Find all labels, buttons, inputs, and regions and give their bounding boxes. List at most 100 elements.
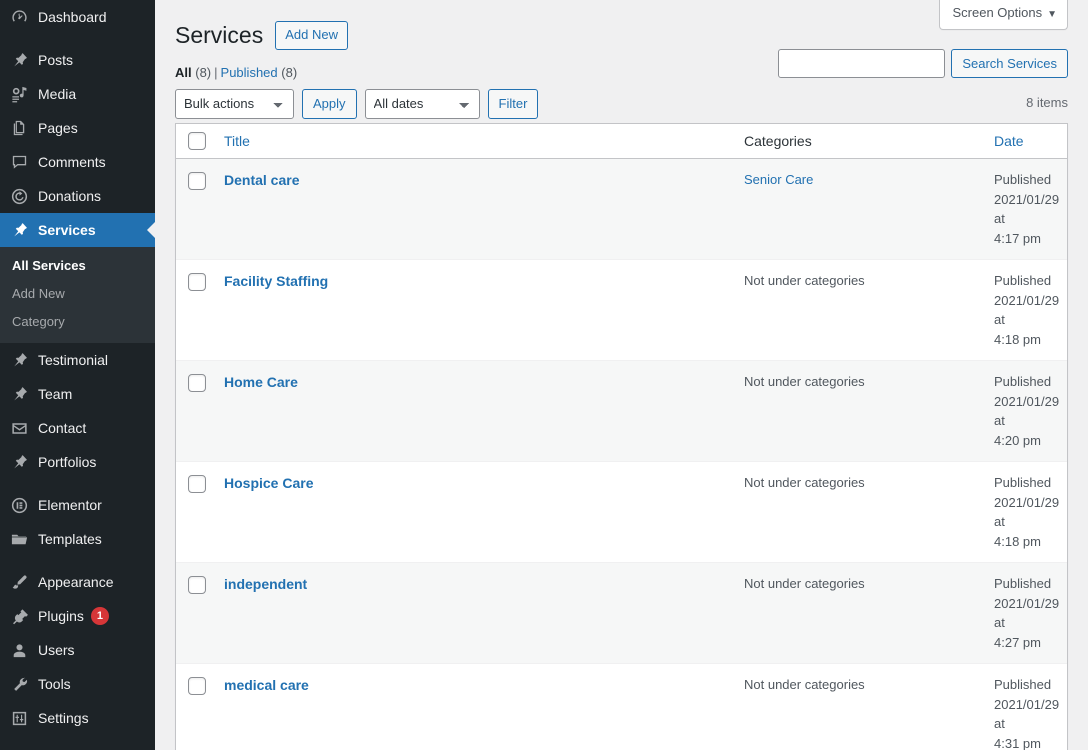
apply-button[interactable]: Apply <box>302 88 357 119</box>
donations-icon <box>9 186 29 206</box>
sidebar-item-donations[interactable]: Donations <box>0 179 155 213</box>
search-input[interactable] <box>778 49 946 78</box>
settings-icon <box>9 708 29 728</box>
submenu-item-add-new[interactable]: Add New <box>0 280 155 308</box>
sidebar-item-media[interactable]: Media <box>0 77 155 111</box>
sidebar-item-tools[interactable]: Tools <box>0 667 155 701</box>
sidebar-item-label: Portfolios <box>38 454 97 470</box>
filter-button[interactable]: Filter <box>487 88 539 119</box>
row-checkbox-cell <box>176 663 214 750</box>
paintbrush-icon <box>9 572 29 592</box>
sidebar-item-team[interactable]: Team <box>0 377 155 411</box>
menu-separator <box>0 479 155 488</box>
row-checkbox[interactable] <box>188 171 206 190</box>
row-checkbox-cell <box>176 562 214 663</box>
sidebar-item-label: Team <box>38 386 73 402</box>
screen-options-button[interactable]: Screen Options ▼ <box>939 0 1068 30</box>
sidebar-item-plugins[interactable]: Plugins 1 <box>0 599 155 633</box>
user-icon <box>9 640 29 660</box>
sidebar-item-appearance[interactable]: Appearance <box>0 565 155 599</box>
comments-icon <box>9 152 29 172</box>
sidebar-item-users[interactable]: Users <box>0 633 155 667</box>
submenu-item-category[interactable]: Category <box>0 308 155 336</box>
table-row: Hospice Care Not under categories Publishe… <box>176 461 1067 563</box>
row-date-cell: Published 2021/01/29 at 4:20 pm <box>984 360 1067 461</box>
sidebar-item-pages[interactable]: Pages <box>0 111 155 145</box>
row-checkbox-cell <box>176 360 214 461</box>
row-title-link[interactable]: Facility Staffing <box>224 273 328 289</box>
row-date-date: 2021/01/29 at <box>994 494 1060 530</box>
column-header-date: Date <box>984 123 1067 160</box>
plugins-update-badge: 1 <box>90 607 109 625</box>
row-title-link[interactable]: Dental care <box>224 172 299 188</box>
row-category-link[interactable]: Senior Care <box>744 172 813 187</box>
sidebar-item-elementor[interactable]: Elementor <box>0 488 155 522</box>
status-link-published-count: (8) <box>281 64 298 80</box>
admin-screen: Dashboard Posts Media Pages Comments Donation… <box>0 0 1088 750</box>
screen-meta-links: Screen Options ▼ <box>939 0 1068 30</box>
row-date-date: 2021/01/29 at <box>994 696 1060 732</box>
sidebar-item-dashboard[interactable]: Dashboard <box>0 0 155 34</box>
row-title-link[interactable]: independent <box>224 576 307 592</box>
row-category-text: Not under categories <box>744 374 865 390</box>
table-body: Dental care Senior Care Published 2021/01/2… <box>176 159 1067 750</box>
column-header-title-link[interactable]: Title <box>224 133 250 149</box>
table-row: Dental care Senior Care Published 2021/01/2… <box>176 159 1067 260</box>
bulk-actions-select[interactable]: Bulk actionsEditMove to Trash <box>175 88 294 119</box>
sidebar-item-settings[interactable]: Settings <box>0 701 155 735</box>
row-checkbox[interactable] <box>188 373 206 392</box>
sidebar-item-label: Templates <box>38 531 102 547</box>
row-date-time: 4:27 pm <box>994 634 1041 650</box>
row-checkbox[interactable] <box>188 676 206 695</box>
sidebar-item-services[interactable]: Services <box>0 213 155 247</box>
status-link-all-label[interactable]: All <box>175 65 192 80</box>
row-category-text: Not under categories <box>744 273 865 289</box>
row-date-status: Published <box>994 677 1052 693</box>
sidebar-submenu-services: All Services Add New Category <box>0 247 155 343</box>
row-title-link[interactable]: Home Care <box>224 374 298 390</box>
status-divider: | <box>214 64 218 80</box>
table-row: medical care Not under categories Publishe… <box>176 663 1067 750</box>
row-title-link[interactable]: Hospice Care <box>224 475 313 491</box>
add-new-button[interactable]: Add New <box>275 20 348 50</box>
row-title-cell: Facility Staffing <box>214 259 734 360</box>
page-title: Services <box>175 22 264 48</box>
sidebar-item-posts[interactable]: Posts <box>0 43 155 77</box>
sidebar-item-label: Dashboard <box>38 9 107 25</box>
sidebar-item-comments[interactable]: Comments <box>0 145 155 179</box>
sidebar-item-label: Tools <box>38 676 71 692</box>
column-header-date-link[interactable]: Date <box>994 133 1024 149</box>
row-date-status: Published <box>994 475 1052 491</box>
displaying-num: 8 items <box>1026 94 1068 110</box>
date-filter-select[interactable]: All datesJanuary 2021 <box>364 88 480 119</box>
sidebar-item-templates[interactable]: Templates <box>0 522 155 556</box>
sidebar-item-portfolios[interactable]: Portfolios <box>0 445 155 479</box>
row-checkbox[interactable] <box>188 575 206 594</box>
sidebar-item-label: Media <box>38 86 77 102</box>
row-date-cell: Published 2021/01/29 at 4:18 pm <box>984 461 1067 562</box>
status-link-published-label[interactable]: Published <box>221 65 278 80</box>
table-row: Home Care Not under categories Published 20… <box>176 360 1067 462</box>
select-all-checkbox[interactable] <box>188 132 206 151</box>
row-title-link[interactable]: medical care <box>224 677 309 693</box>
menu-separator <box>0 34 155 43</box>
pushpin-icon <box>9 452 29 472</box>
row-checkbox[interactable] <box>188 272 206 291</box>
search-submit-button[interactable]: Search Services <box>951 49 1068 78</box>
select-all-header <box>176 123 214 160</box>
sidebar-item-testimonial[interactable]: Testimonial <box>0 343 155 377</box>
row-checkbox[interactable] <box>188 474 206 493</box>
column-header-categories: Categories <box>734 123 984 160</box>
row-date-date: 2021/01/29 at <box>994 191 1060 227</box>
sidebar-item-contact[interactable]: Contact <box>0 411 155 445</box>
row-title-cell: Hospice Care <box>214 461 734 562</box>
sidebar-item-label: Comments <box>38 154 106 170</box>
row-categories-cell: Not under categories <box>734 360 984 461</box>
row-date-status: Published <box>994 273 1052 289</box>
submenu-item-all-services[interactable]: All Services <box>0 252 155 280</box>
row-date-cell: Published 2021/01/29 at 4:31 pm <box>984 663 1067 750</box>
row-date-cell: Published 2021/01/29 at 4:18 pm <box>984 259 1067 360</box>
row-date-time: 4:18 pm <box>994 331 1041 347</box>
screen-options-label: Screen Options <box>952 5 1043 20</box>
row-checkbox-cell <box>176 461 214 562</box>
